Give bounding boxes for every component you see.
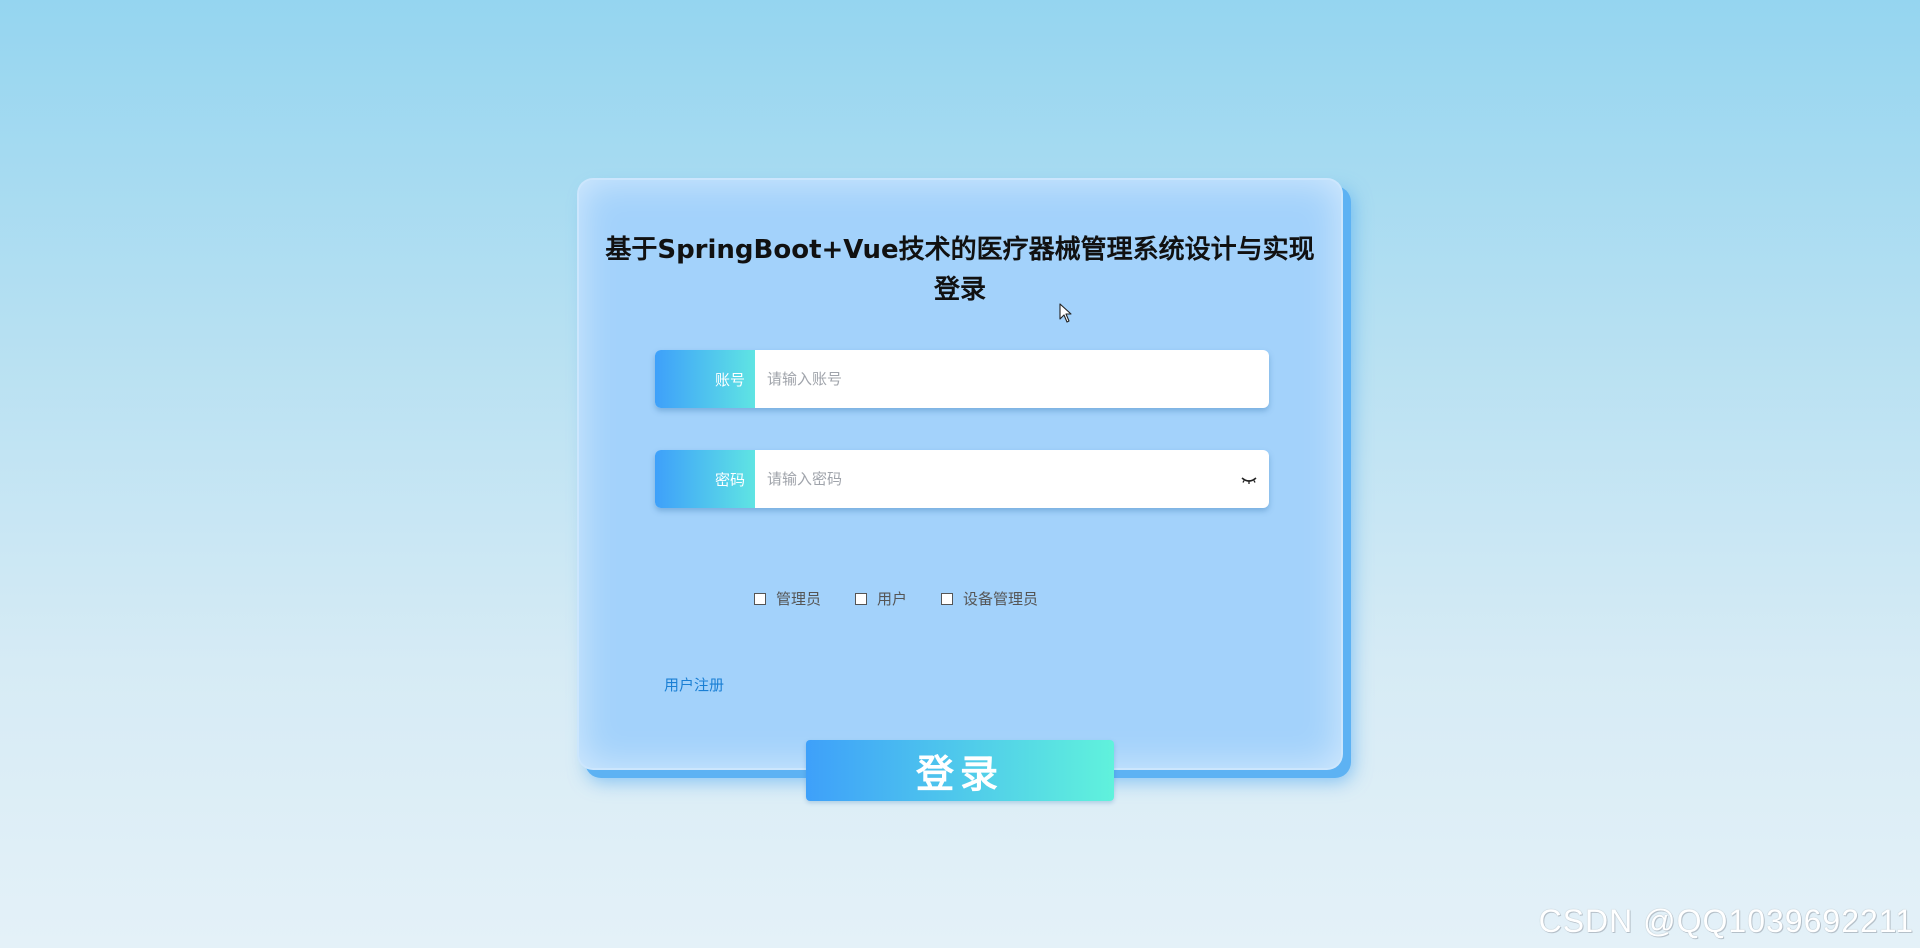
watermark: CSDN @QQ1039692211 xyxy=(1538,903,1914,939)
password-input[interactable] xyxy=(755,450,1225,508)
account-field: 账号 xyxy=(655,350,1269,408)
page: { "login_card": { "title_line1": "基于Spri… xyxy=(0,0,1920,948)
password-label: 密码 xyxy=(655,450,755,508)
role-label-admin: 管理员 xyxy=(776,590,822,608)
checkbox-device-admin[interactable] xyxy=(941,592,954,605)
system-title: 基于SpringBoot+Vue技术的医疗器械管理系统设计与实现 xyxy=(605,235,1315,265)
role-label-device-admin: 设备管理员 xyxy=(963,590,1039,608)
login-button[interactable]: 登录 xyxy=(806,740,1114,801)
login-card: 基于SpringBoot+Vue技术的医疗器械管理系统设计与实现 登录 账号 密… xyxy=(577,178,1343,770)
page-title: 基于SpringBoot+Vue技术的医疗器械管理系统设计与实现 登录 xyxy=(579,230,1341,310)
register-link[interactable]: 用户注册 xyxy=(664,674,724,695)
account-input[interactable] xyxy=(755,350,1225,408)
role-option-device-admin[interactable]: 设备管理员 xyxy=(941,588,1038,609)
role-option-user[interactable]: 用户 xyxy=(855,588,907,609)
password-field: 密码 xyxy=(655,450,1269,508)
account-label: 账号 xyxy=(655,350,755,408)
role-selector: 管理员 用户 设备管理员 xyxy=(754,588,1072,609)
login-heading: 登录 xyxy=(933,275,986,305)
role-label-user: 用户 xyxy=(877,590,908,608)
mouse-cursor-icon xyxy=(1059,303,1072,323)
checkbox-admin[interactable] xyxy=(754,592,766,605)
role-option-admin[interactable]: 管理员 xyxy=(754,588,821,609)
eye-closed-icon[interactable] xyxy=(1239,470,1259,488)
checkbox-user[interactable] xyxy=(855,592,868,605)
